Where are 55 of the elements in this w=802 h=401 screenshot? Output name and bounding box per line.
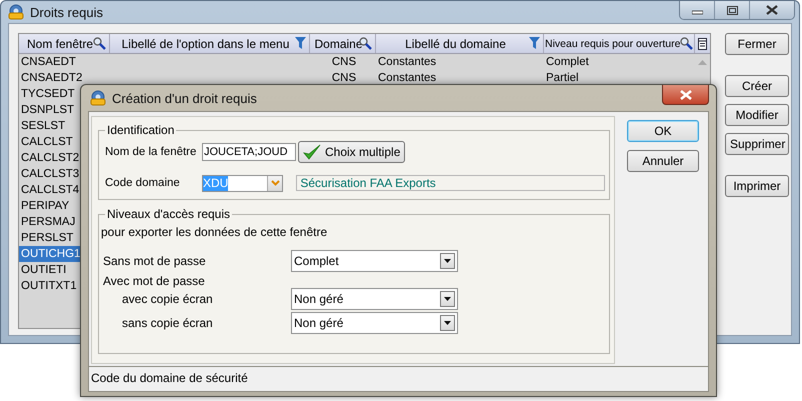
button[interactable]: Fermer (725, 33, 789, 55)
column-header[interactable]: Domaine (310, 34, 376, 53)
description-field: Sécurisation FAA Exports (296, 175, 605, 191)
button[interactable]: Supprimer (725, 133, 789, 155)
filter-icon (295, 37, 306, 49)
triangle-down-icon (444, 297, 451, 301)
button[interactable]: Créer (725, 75, 789, 97)
column-header[interactable]: Libellé du domaine (376, 34, 544, 53)
button[interactable]: OK (627, 120, 699, 142)
filter-icon (529, 37, 540, 49)
table-cell-text: Partiel (545, 71, 580, 86)
field-label: Nom de la fenêtre (105, 146, 198, 158)
table-cell-text: Constantes (377, 55, 438, 70)
table-cell-text: Constantes (377, 71, 438, 86)
dropdown[interactable]: Complet (291, 250, 458, 272)
close-button[interactable] (749, 1, 794, 19)
close-icon (766, 5, 778, 15)
field-label: Avec mot de passe (103, 274, 206, 288)
search-icon (680, 37, 694, 50)
close-button[interactable] (662, 85, 709, 105)
columns-icon (698, 38, 707, 50)
table-cell-text: CNS (330, 71, 358, 86)
status-bar: Code du domaine de sécurité (88, 366, 709, 392)
scroll-up-icon (698, 60, 707, 65)
field-label: avec copie écran (121, 292, 214, 306)
table-cell-text: Complet (545, 55, 590, 70)
button[interactable]: Imprimer (725, 175, 789, 197)
choice-button[interactable]: Choix multiple (298, 141, 406, 163)
column-header[interactable]: Libellé de l'option dans le menu (110, 34, 310, 53)
group-description: pour exporter les données de cette fenêtre (101, 225, 328, 239)
close-icon (680, 90, 692, 100)
maximize-button[interactable] (714, 1, 749, 19)
checkmark-icon (303, 144, 321, 160)
dialog-title: Création d'un droit requis (112, 90, 257, 106)
column-header[interactable]: Niveau requis pour ouverture (544, 34, 695, 53)
table-cell-text: CNS (330, 55, 358, 70)
window-title: Droits requis (30, 4, 103, 20)
button[interactable]: Modifier (725, 104, 789, 126)
field-label: sans copie écran (121, 316, 214, 330)
group-title: Niveaux d'accès requis (105, 207, 232, 221)
input-field[interactable]: JOUCETA;JOUD (202, 143, 296, 161)
table-cell[interactable]: CNSAEDT2 (19, 70, 110, 86)
column-header[interactable]: Nom fenêtre (19, 34, 110, 53)
maximize-icon (726, 6, 738, 14)
field-label: Code domaine (105, 177, 181, 189)
search-icon (93, 37, 106, 50)
chevron-down-icon (270, 180, 280, 186)
button[interactable]: Annuler (627, 150, 699, 172)
minimize-button[interactable] (680, 1, 714, 19)
dropdown[interactable]: Non géré (291, 288, 458, 310)
triangle-down-icon (444, 321, 451, 325)
triangle-down-icon (444, 259, 451, 263)
table-cell[interactable]: CNSAEDT (19, 54, 110, 70)
group-title: Identification (105, 123, 176, 137)
dropdown[interactable]: Non géré (291, 312, 458, 334)
